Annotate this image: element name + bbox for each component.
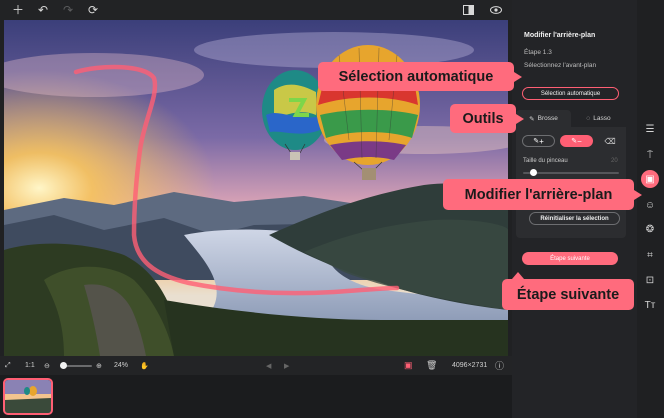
image-thumbnail[interactable]: [3, 378, 53, 415]
lasso-icon: ◌: [586, 115, 591, 122]
callout-modify-background: Modifier l'arrière-plan: [443, 179, 642, 210]
eye-icon[interactable]: [488, 2, 504, 18]
adjustments-icon[interactable]: ☰: [641, 120, 659, 138]
brush-add-label: +: [539, 136, 544, 146]
panel-title: Modifier l'arrière-plan: [524, 32, 596, 39]
brush-size-slider[interactable]: [523, 172, 619, 174]
auto-select-button[interactable]: Sélection automatique: [522, 87, 619, 100]
resize-icon[interactable]: ⊡: [641, 271, 659, 289]
brush-subtract-label: −: [577, 136, 582, 146]
info-icon[interactable]: ⓘ: [495, 356, 504, 375]
tool-tabs: ✎ Brosse ◌ Lasso: [516, 110, 626, 127]
image-icon[interactable]: ▣: [404, 356, 413, 375]
tool-rail: ☰ ⍑ ▣ ☺ ❂ ⌗ ⊡ Tт: [637, 0, 664, 418]
background-edit-icon[interactable]: ▣: [641, 170, 659, 188]
panel-subtitle: Sélectionnez l'avant-plan: [524, 62, 597, 69]
brush-icon: ✎: [529, 115, 535, 123]
redo-icon[interactable]: ↷: [60, 2, 76, 18]
text-icon[interactable]: Tт: [641, 296, 659, 314]
tab-brush[interactable]: ✎ Brosse: [516, 110, 571, 127]
callout-next-step: Étape suivante: [502, 272, 634, 310]
app-window: ＋ ↶ ↷ ⟳ ⤢ 1:1 ⊖ ⊕ 24% ✋ ◀ ▶ ▣ 🗑 4096×273…: [0, 0, 664, 418]
face-icon[interactable]: ☺: [641, 196, 659, 214]
callout-tools: Outils: [450, 104, 524, 133]
zoom-out-icon[interactable]: ⊖: [44, 356, 50, 375]
refresh-icon[interactable]: ⟳: [85, 2, 101, 18]
plus-icon[interactable]: ＋: [10, 2, 26, 18]
prev-image-icon[interactable]: ◀: [266, 356, 271, 375]
trash-icon[interactable]: 🗑: [426, 356, 437, 375]
reset-selection-button[interactable]: Réinitialiser la sélection: [529, 212, 620, 225]
stamp-icon[interactable]: ⍑: [641, 146, 659, 164]
brush-size-knob[interactable]: [529, 169, 537, 176]
next-image-icon[interactable]: ▶: [284, 356, 289, 375]
undo-icon[interactable]: ↶: [35, 2, 51, 18]
tab-lasso-label: Lasso: [593, 115, 611, 122]
eraser-icon[interactable]: ⌫: [604, 135, 616, 147]
image-dimensions: 4096×2731: [452, 362, 488, 369]
next-step-button[interactable]: Étape suivante: [522, 252, 618, 265]
panel-step: Étape 1.3: [524, 49, 552, 56]
top-toolbar: ＋ ↶ ↷ ⟳: [0, 0, 512, 20]
tab-lasso[interactable]: ◌ Lasso: [571, 110, 626, 127]
zoom-value: 24%: [114, 362, 129, 369]
tab-brush-label: Brosse: [537, 115, 558, 122]
zoom-slider-knob[interactable]: [60, 362, 68, 369]
color-filter-icon[interactable]: ❂: [641, 220, 659, 238]
brush-add-button[interactable]: ✎ +: [522, 135, 555, 147]
compare-icon[interactable]: [460, 2, 476, 18]
zoom-in-icon[interactable]: ⊕: [96, 356, 102, 375]
ratio-label[interactable]: 1:1: [25, 356, 35, 375]
brush-size-value: 20: [611, 158, 618, 164]
brush-subtract-button[interactable]: ✎ −: [560, 135, 593, 147]
fit-screen-icon[interactable]: ⤢: [5, 356, 11, 375]
callout-auto-select: Sélection automatique: [318, 62, 522, 91]
filmstrip: [0, 375, 512, 418]
bottom-status-bar: ⤢ 1:1 ⊖ ⊕ 24% ✋ ◀ ▶ ▣ 🗑 4096×2731 ⓘ: [0, 356, 512, 375]
hand-icon[interactable]: ✋: [140, 356, 149, 375]
brush-size-label: Taille du pinceau: [523, 158, 568, 164]
crop-icon[interactable]: ⌗: [641, 246, 659, 264]
